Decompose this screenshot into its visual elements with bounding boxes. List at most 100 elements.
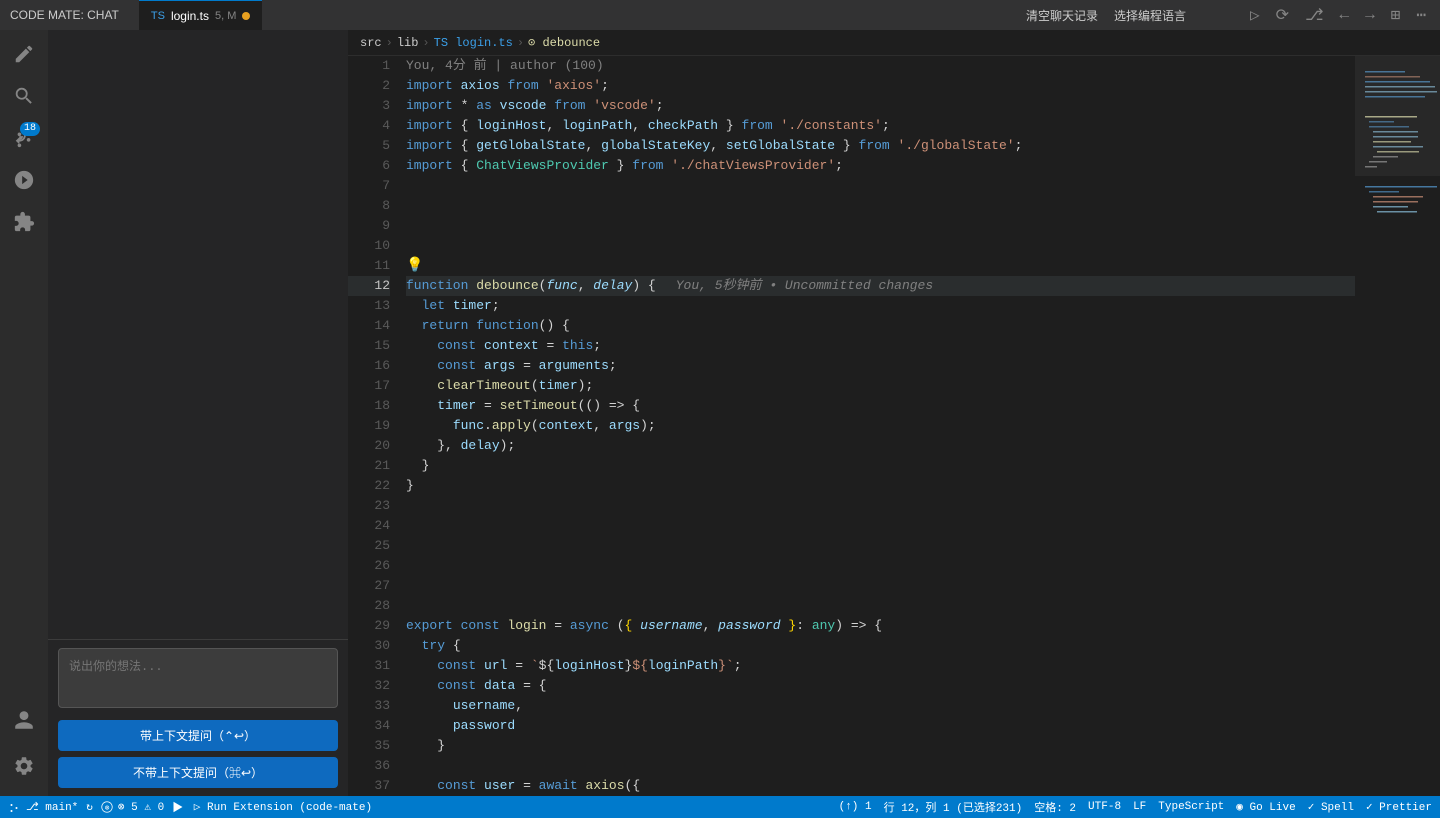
status-eol[interactable]: LF [1133, 801, 1146, 813]
activity-icon-source-control[interactable]: 18 [4, 118, 44, 158]
code-line-1: You, 4分 前 | author (100) [406, 56, 1355, 76]
breadcrumb-file[interactable]: TS login.ts [434, 36, 513, 50]
code-line-7 [406, 176, 1355, 196]
main-layout: 18 带上下文提问（⌃↩） [0, 30, 1440, 796]
code-line-20: }, delay); [406, 436, 1355, 456]
code-line-32: const data = { [406, 676, 1355, 696]
status-encoding[interactable]: UTF-8 [1088, 801, 1121, 813]
code-line-13: let timer; [406, 296, 1355, 316]
git-annotation: You, 5秒钟前 • Uncommitted changes [676, 276, 933, 296]
code-line-10 [406, 236, 1355, 256]
code-line-6: import { ChatViewsProvider } from './cha… [406, 156, 1355, 176]
code-line-12: function debounce(func, delay) { You, 5秒… [406, 276, 1355, 296]
tab-modified-dot [242, 12, 250, 20]
code-line-4: import { loginHost, loginPath, checkPath… [406, 116, 1355, 136]
play-icon[interactable]: ▷ [1246, 3, 1264, 27]
titlebar: CODE MATE: CHAT TS login.ts 5, M 清空聊天记录 … [0, 0, 1440, 30]
status-spell[interactable]: ✓ Spell [1308, 800, 1354, 814]
code-line-5: import { getGlobalState, globalStateKey,… [406, 136, 1355, 156]
source-control-badge: 18 [20, 122, 40, 136]
activity-icon-search[interactable] [4, 76, 44, 116]
code-line-30: try { [406, 636, 1355, 656]
chat-input[interactable] [58, 648, 338, 708]
code-line-11: 💡 [406, 256, 1355, 276]
code-line-16: const args = arguments; [406, 356, 1355, 376]
activity-bar: 18 [0, 30, 48, 796]
code-line-23 [406, 496, 1355, 516]
status-errors[interactable]: ⊗ ⊗ 5 ⚠ 0 [101, 800, 164, 814]
code-line-2: import axios from 'axios'; [406, 76, 1355, 96]
code-line-21: } [406, 456, 1355, 476]
clear-chat-btn[interactable]: 清空聊天记录 [1022, 5, 1102, 26]
status-sync[interactable]: ↻ [86, 800, 93, 814]
select-lang-btn[interactable]: 选择编程语言 [1110, 5, 1190, 26]
svg-text:⊗: ⊗ [105, 805, 110, 813]
code-line-14: return function() { [406, 316, 1355, 336]
status-lang[interactable]: TypeScript [1158, 801, 1224, 813]
code-line-31: const url = `${loginHost}${loginPath}`; [406, 656, 1355, 676]
code-line-33: username, [406, 696, 1355, 716]
status-spaces[interactable]: 空格: 2 [1034, 799, 1076, 815]
status-prettier[interactable]: ✓ Prettier [1366, 800, 1432, 814]
tab-login-ts[interactable]: TS login.ts 5, M [139, 0, 263, 30]
breadcrumb: src › lib › TS login.ts › ⊙ debounce [348, 30, 1440, 56]
activity-icon-run[interactable] [4, 160, 44, 200]
breadcrumb-lib[interactable]: lib [397, 36, 419, 50]
back-icon[interactable]: ← [1336, 4, 1354, 26]
status-line-col[interactable]: 行 12，列 1 (已选择231) [884, 799, 1023, 815]
breadcrumb-src[interactable]: src [360, 36, 382, 50]
chat-content [48, 30, 348, 639]
code-line-3: import * as vscode from 'vscode'; [406, 96, 1355, 116]
chat-input-area: 带上下文提问（⌃↩） 不带上下文提问（⌘↩） [48, 639, 348, 796]
code-line-26 [406, 556, 1355, 576]
btn-with-context[interactable]: 带上下文提问（⌃↩） [58, 720, 338, 751]
code-line-15: const context = this; [406, 336, 1355, 356]
code-line-34: password [406, 716, 1355, 736]
minimap-viewport [1355, 56, 1440, 176]
code-line-17: clearTimeout(timer); [406, 376, 1355, 396]
code-line-18: timer = setTimeout(() => { [406, 396, 1355, 416]
history-icon[interactable]: ⟳ [1272, 3, 1293, 27]
status-branch[interactable]: ⎇ main* [8, 800, 78, 814]
activity-icon-explorer[interactable] [4, 34, 44, 74]
code-line-19: func.apply(context, args); [406, 416, 1355, 436]
code-line-27 [406, 576, 1355, 596]
code-line-25 [406, 536, 1355, 556]
code-line-9 [406, 216, 1355, 236]
lightbulb-icon[interactable]: 💡 [406, 256, 423, 276]
more-icon[interactable]: ⋯ [1412, 3, 1430, 27]
status-bar: ⎇ main* ↻ ⊗ ⊗ 5 ⚠ 0 ▷ Run Extension (cod… [0, 796, 1440, 818]
breadcrumb-func[interactable]: ⊙ debounce [528, 35, 600, 50]
activity-bottom [4, 700, 44, 796]
tab-lang: TS [151, 10, 165, 22]
btn-without-context[interactable]: 不带上下文提问（⌘↩） [58, 757, 338, 788]
chat-buttons: 带上下文提问（⌃↩） 不带上下文提问（⌘↩） [58, 720, 338, 788]
forward-icon[interactable]: → [1361, 4, 1379, 26]
status-left: ⎇ main* ↻ ⊗ ⊗ 5 ⚠ 0 ▷ Run Extension (cod… [8, 800, 372, 814]
activity-icon-settings[interactable] [4, 746, 44, 786]
sidebar-chat: 带上下文提问（⌃↩） 不带上下文提问（⌘↩） [48, 30, 348, 796]
activity-icon-extensions[interactable] [4, 202, 44, 242]
activity-icon-account[interactable] [4, 700, 44, 740]
code-editor: 1 2 3 4 5 6 7 8 9 10 11 12 13 14 15 16 1… [348, 56, 1440, 796]
code-line-24 [406, 516, 1355, 536]
branch-icon[interactable]: ⎇ [1301, 3, 1327, 27]
code-line-35: } [406, 736, 1355, 756]
code-content[interactable]: You, 4分 前 | author (100) import axios fr… [398, 56, 1355, 796]
line-numbers: 1 2 3 4 5 6 7 8 9 10 11 12 13 14 15 16 1… [348, 56, 398, 796]
split-icon[interactable]: ⊞ [1387, 3, 1405, 27]
code-line-28 [406, 596, 1355, 616]
code-line-36 [406, 756, 1355, 776]
status-go-live[interactable]: ◉ Go Live [1236, 800, 1295, 814]
code-line-37: const user = await axios({ [406, 776, 1355, 796]
spacer [1198, 13, 1238, 17]
editor-area: src › lib › TS login.ts › ⊙ debounce 1 2… [348, 30, 1440, 796]
tab-bar: TS login.ts 5, M [139, 0, 263, 30]
tab-filename: login.ts [171, 9, 209, 23]
status-run[interactable]: ▷ Run Extension (code-mate) [172, 800, 372, 814]
minimap[interactable] [1355, 56, 1440, 796]
tab-badge: 5, M [215, 10, 236, 22]
status-right: (↑) 1 行 12，列 1 (已选择231) 空格: 2 UTF-8 LF T… [839, 799, 1432, 815]
status-position[interactable]: (↑) 1 [839, 801, 872, 813]
title-text: CODE MATE: CHAT [10, 8, 119, 22]
